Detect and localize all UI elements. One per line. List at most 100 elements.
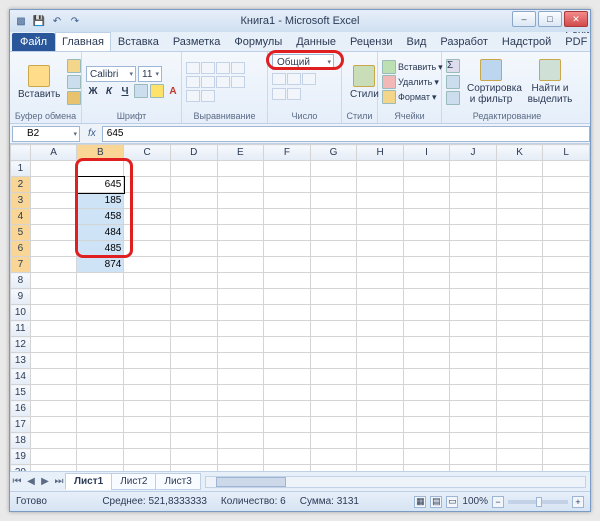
- row-header-20[interactable]: 20: [11, 465, 31, 472]
- cell-B14[interactable]: [77, 369, 124, 385]
- cell-C20[interactable]: [124, 465, 171, 472]
- cell-B7[interactable]: 874: [77, 257, 124, 273]
- cell-K3[interactable]: [496, 193, 543, 209]
- cell-D6[interactable]: [170, 241, 217, 257]
- cell-I3[interactable]: [403, 193, 449, 209]
- select-all-corner[interactable]: [11, 145, 31, 161]
- row-header-2[interactable]: 2: [11, 177, 31, 193]
- cell-F4[interactable]: [264, 209, 311, 225]
- cell-F7[interactable]: [264, 257, 311, 273]
- cell-H7[interactable]: [357, 257, 404, 273]
- redo-icon[interactable]: ↷: [68, 14, 82, 28]
- save-icon[interactable]: 💾: [32, 14, 46, 28]
- cell-F8[interactable]: [264, 273, 311, 289]
- cell-H17[interactable]: [357, 417, 404, 433]
- cell-B3[interactable]: 185: [77, 193, 124, 209]
- cell-K6[interactable]: [496, 241, 543, 257]
- cell-A19[interactable]: [30, 449, 77, 465]
- cell-I19[interactable]: [403, 449, 449, 465]
- cell-I15[interactable]: [403, 385, 449, 401]
- cell-G18[interactable]: [310, 433, 357, 449]
- autosum-icon[interactable]: Σ: [446, 59, 460, 73]
- cell-F14[interactable]: [264, 369, 311, 385]
- cell-E13[interactable]: [217, 353, 264, 369]
- cell-E10[interactable]: [217, 305, 264, 321]
- cell-G7[interactable]: [310, 257, 357, 273]
- cell-D10[interactable]: [170, 305, 217, 321]
- cell-H15[interactable]: [357, 385, 404, 401]
- row-header-14[interactable]: 14: [11, 369, 31, 385]
- col-header-I[interactable]: I: [403, 145, 449, 161]
- cell-C5[interactable]: [124, 225, 171, 241]
- cell-L14[interactable]: [543, 369, 590, 385]
- format-painter-icon[interactable]: [67, 91, 81, 105]
- cell-A4[interactable]: [30, 209, 77, 225]
- cell-J16[interactable]: [450, 401, 497, 417]
- cell-I4[interactable]: [403, 209, 449, 225]
- cell-H11[interactable]: [357, 321, 404, 337]
- cell-A8[interactable]: [30, 273, 77, 289]
- cell-J19[interactable]: [450, 449, 497, 465]
- cell-L3[interactable]: [543, 193, 590, 209]
- cell-H14[interactable]: [357, 369, 404, 385]
- cell-B18[interactable]: [77, 433, 124, 449]
- cell-H8[interactable]: [357, 273, 404, 289]
- cell-L17[interactable]: [543, 417, 590, 433]
- zoom-in-button[interactable]: +: [572, 496, 584, 508]
- cell-E17[interactable]: [217, 417, 264, 433]
- row-header-5[interactable]: 5: [11, 225, 31, 241]
- cell-B17[interactable]: [77, 417, 124, 433]
- cell-L11[interactable]: [543, 321, 590, 337]
- cell-J12[interactable]: [450, 337, 497, 353]
- cell-A16[interactable]: [30, 401, 77, 417]
- cell-J6[interactable]: [450, 241, 497, 257]
- cell-A15[interactable]: [30, 385, 77, 401]
- fx-icon[interactable]: fx: [82, 128, 102, 139]
- cell-I9[interactable]: [403, 289, 449, 305]
- cell-J13[interactable]: [450, 353, 497, 369]
- cell-J17[interactable]: [450, 417, 497, 433]
- cell-B19[interactable]: [77, 449, 124, 465]
- cell-I18[interactable]: [403, 433, 449, 449]
- tab-last-button[interactable]: ⏭: [52, 476, 66, 487]
- cell-D18[interactable]: [170, 433, 217, 449]
- sort-filter-button[interactable]: Сортировка и фильтр: [463, 57, 519, 107]
- cell-F18[interactable]: [264, 433, 311, 449]
- cell-G4[interactable]: [310, 209, 357, 225]
- cell-F20[interactable]: [264, 465, 311, 472]
- name-box[interactable]: B2: [12, 126, 80, 142]
- cell-H3[interactable]: [357, 193, 404, 209]
- cell-E19[interactable]: [217, 449, 264, 465]
- cell-L15[interactable]: [543, 385, 590, 401]
- cell-H13[interactable]: [357, 353, 404, 369]
- row-header-18[interactable]: 18: [11, 433, 31, 449]
- cell-K1[interactable]: [496, 161, 543, 177]
- cell-F15[interactable]: [264, 385, 311, 401]
- cell-D9[interactable]: [170, 289, 217, 305]
- cell-D15[interactable]: [170, 385, 217, 401]
- row-header-6[interactable]: 6: [11, 241, 31, 257]
- cell-E14[interactable]: [217, 369, 264, 385]
- sheet-tab-0[interactable]: Лист1: [65, 473, 112, 490]
- align-top-button[interactable]: [186, 62, 200, 74]
- font-size-combo[interactable]: 11: [138, 66, 162, 82]
- cell-C13[interactable]: [124, 353, 171, 369]
- cell-G14[interactable]: [310, 369, 357, 385]
- cell-D2[interactable]: [170, 177, 217, 193]
- cell-J20[interactable]: [450, 465, 497, 472]
- cell-J3[interactable]: [450, 193, 497, 209]
- cell-J14[interactable]: [450, 369, 497, 385]
- cell-C14[interactable]: [124, 369, 171, 385]
- ribbon-tab-2[interactable]: Разметка: [166, 32, 228, 51]
- col-header-B[interactable]: B: [77, 145, 124, 161]
- cell-C10[interactable]: [124, 305, 171, 321]
- cell-E20[interactable]: [217, 465, 264, 472]
- cell-D16[interactable]: [170, 401, 217, 417]
- cell-I13[interactable]: [403, 353, 449, 369]
- cell-H20[interactable]: [357, 465, 404, 472]
- cell-L2[interactable]: [543, 177, 590, 193]
- tab-prev-button[interactable]: ◀: [24, 476, 38, 487]
- row-header-9[interactable]: 9: [11, 289, 31, 305]
- cell-L12[interactable]: [543, 337, 590, 353]
- cell-G9[interactable]: [310, 289, 357, 305]
